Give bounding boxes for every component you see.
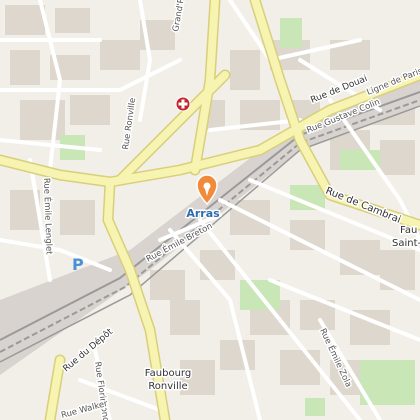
label-ronville: Ronville [148, 381, 187, 392]
map-canvas[interactable]: Rue de Douai Rue Gustave Colin Ligne de … [0, 0, 420, 420]
parking-icon[interactable]: P [72, 255, 84, 274]
hospital-icon[interactable] [175, 96, 191, 112]
map-view[interactable]: Rue de Douai Rue Gustave Colin Ligne de … [0, 0, 420, 420]
label-fau-right: Fau [400, 225, 417, 236]
label-city-arras[interactable]: Arras [185, 206, 222, 222]
label-faubourg: Faubourg [145, 368, 191, 379]
label-saint-right: Saint- [392, 238, 420, 249]
